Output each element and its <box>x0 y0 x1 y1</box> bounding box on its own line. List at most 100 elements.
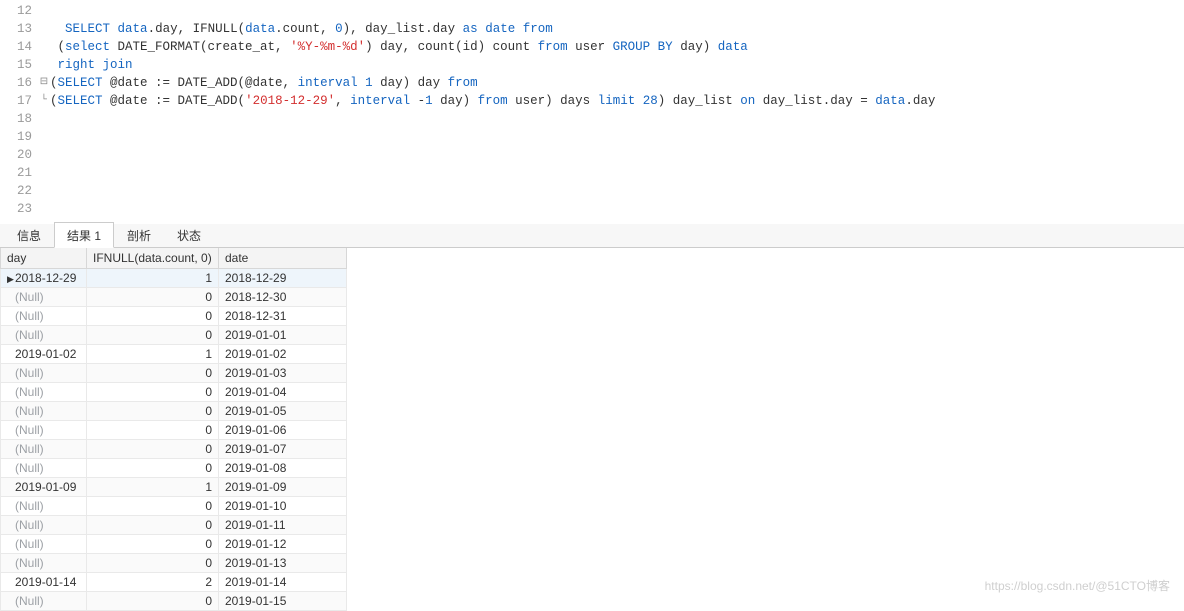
cell-date[interactable]: 2019-01-01 <box>219 326 347 345</box>
table-row[interactable]: (Null)02019-01-07 <box>1 440 347 459</box>
result-grid[interactable]: dayIFNULL(data.count, 0)date ▶2018-12-29… <box>0 248 347 611</box>
cell-count[interactable]: 0 <box>87 383 219 402</box>
cell-count[interactable]: 0 <box>87 326 219 345</box>
cell-date[interactable]: 2018-12-31 <box>219 307 347 326</box>
table-row[interactable]: (Null)02019-01-01 <box>1 326 347 345</box>
table-row[interactable]: (Null)02019-01-03 <box>1 364 347 383</box>
cell-day[interactable]: ▶2018-12-29 <box>1 269 87 288</box>
cell-count[interactable]: 0 <box>87 288 219 307</box>
cell-date[interactable]: 2019-01-04 <box>219 383 347 402</box>
code-line[interactable]: 17└(SELECT @date := DATE_ADD('2018-12-29… <box>0 92 1184 110</box>
cell-day[interactable]: (Null) <box>1 535 87 554</box>
table-row[interactable]: 2019-01-1422019-01-14 <box>1 573 347 592</box>
table-row[interactable]: (Null)02018-12-31 <box>1 307 347 326</box>
cell-count[interactable]: 2 <box>87 573 219 592</box>
column-header[interactable]: day <box>1 248 87 269</box>
table-row[interactable]: (Null)02018-12-30 <box>1 288 347 307</box>
code-line[interactable]: 23 <box>0 200 1184 218</box>
cell-day[interactable]: (Null) <box>1 326 87 345</box>
code-text[interactable] <box>50 164 1184 182</box>
cell-date[interactable]: 2019-01-11 <box>219 516 347 535</box>
cell-date[interactable]: 2019-01-06 <box>219 421 347 440</box>
code-text[interactable]: (SELECT @date := DATE_ADD('2018-12-29', … <box>50 92 1184 110</box>
cell-date[interactable]: 2019-01-03 <box>219 364 347 383</box>
code-line[interactable]: 16⊟(SELECT @date := DATE_ADD(@date, inte… <box>0 74 1184 92</box>
cell-count[interactable]: 0 <box>87 440 219 459</box>
code-line[interactable]: 13 SELECT data.day, IFNULL(data.count, 0… <box>0 20 1184 38</box>
cell-count[interactable]: 1 <box>87 345 219 364</box>
cell-day[interactable]: (Null) <box>1 421 87 440</box>
cell-count[interactable]: 1 <box>87 269 219 288</box>
code-line[interactable]: 18 <box>0 110 1184 128</box>
cell-count[interactable]: 0 <box>87 592 219 611</box>
table-row[interactable]: (Null)02019-01-10 <box>1 497 347 516</box>
cell-day[interactable]: (Null) <box>1 307 87 326</box>
cell-day[interactable]: (Null) <box>1 402 87 421</box>
cell-day[interactable]: (Null) <box>1 440 87 459</box>
table-row[interactable]: 2019-01-0212019-01-02 <box>1 345 347 364</box>
cell-date[interactable]: 2019-01-08 <box>219 459 347 478</box>
table-row[interactable]: (Null)02019-01-15 <box>1 592 347 611</box>
code-line[interactable]: 14 (select DATE_FORMAT(create_at, '%Y-%m… <box>0 38 1184 56</box>
table-row[interactable]: 2019-01-0912019-01-09 <box>1 478 347 497</box>
cell-day[interactable]: (Null) <box>1 516 87 535</box>
fold-icon[interactable]: ⊟ <box>38 74 50 92</box>
cell-date[interactable]: 2019-01-07 <box>219 440 347 459</box>
cell-date[interactable]: 2019-01-15 <box>219 592 347 611</box>
cell-date[interactable]: 2019-01-12 <box>219 535 347 554</box>
cell-day[interactable]: 2019-01-14 <box>1 573 87 592</box>
tab-剖析[interactable]: 剖析 <box>114 222 164 247</box>
code-line[interactable]: 12 <box>0 2 1184 20</box>
cell-date[interactable]: 2019-01-02 <box>219 345 347 364</box>
cell-date[interactable]: 2019-01-05 <box>219 402 347 421</box>
table-row[interactable]: (Null)02019-01-05 <box>1 402 347 421</box>
cell-date[interactable]: 2018-12-29 <box>219 269 347 288</box>
cell-date[interactable]: 2019-01-14 <box>219 573 347 592</box>
cell-day[interactable]: (Null) <box>1 459 87 478</box>
cell-count[interactable]: 0 <box>87 307 219 326</box>
code-line[interactable]: 20 <box>0 146 1184 164</box>
cell-day[interactable]: (Null) <box>1 554 87 573</box>
cell-date[interactable]: 2018-12-30 <box>219 288 347 307</box>
tab-结果 1[interactable]: 结果 1 <box>54 222 114 248</box>
cell-day[interactable]: (Null) <box>1 288 87 307</box>
cell-day[interactable]: (Null) <box>1 364 87 383</box>
cell-date[interactable]: 2019-01-13 <box>219 554 347 573</box>
cell-day[interactable]: 2019-01-02 <box>1 345 87 364</box>
code-text[interactable] <box>50 2 1184 20</box>
table-row[interactable]: (Null)02019-01-11 <box>1 516 347 535</box>
tab-信息[interactable]: 信息 <box>4 222 54 247</box>
cell-count[interactable]: 0 <box>87 402 219 421</box>
table-row[interactable]: (Null)02019-01-08 <box>1 459 347 478</box>
cell-count[interactable]: 1 <box>87 478 219 497</box>
cell-day[interactable]: (Null) <box>1 497 87 516</box>
cell-day[interactable]: (Null) <box>1 592 87 611</box>
fold-icon[interactable]: └ <box>38 92 50 110</box>
code-text[interactable] <box>50 146 1184 164</box>
cell-count[interactable]: 0 <box>87 535 219 554</box>
cell-count[interactable]: 0 <box>87 364 219 383</box>
code-line[interactable]: 21 <box>0 164 1184 182</box>
table-row[interactable]: (Null)02019-01-12 <box>1 535 347 554</box>
code-text[interactable] <box>50 200 1184 218</box>
cell-count[interactable]: 0 <box>87 516 219 535</box>
code-text[interactable] <box>50 182 1184 200</box>
table-row[interactable]: ▶2018-12-2912018-12-29 <box>1 269 347 288</box>
sql-editor[interactable]: 1213 SELECT data.day, IFNULL(data.count,… <box>0 0 1184 224</box>
cell-date[interactable]: 2019-01-10 <box>219 497 347 516</box>
code-text[interactable] <box>50 128 1184 146</box>
cell-count[interactable]: 0 <box>87 421 219 440</box>
table-row[interactable]: (Null)02019-01-04 <box>1 383 347 402</box>
cell-day[interactable]: (Null) <box>1 383 87 402</box>
code-line[interactable]: 19 <box>0 128 1184 146</box>
table-row[interactable]: (Null)02019-01-06 <box>1 421 347 440</box>
code-line[interactable]: 22 <box>0 182 1184 200</box>
cell-count[interactable]: 0 <box>87 459 219 478</box>
table-row[interactable]: (Null)02019-01-13 <box>1 554 347 573</box>
cell-day[interactable]: 2019-01-09 <box>1 478 87 497</box>
cell-count[interactable]: 0 <box>87 554 219 573</box>
code-text[interactable]: right join <box>50 56 1184 74</box>
code-text[interactable] <box>50 110 1184 128</box>
tab-状态[interactable]: 状态 <box>164 222 214 247</box>
column-header[interactable]: IFNULL(data.count, 0) <box>87 248 219 269</box>
